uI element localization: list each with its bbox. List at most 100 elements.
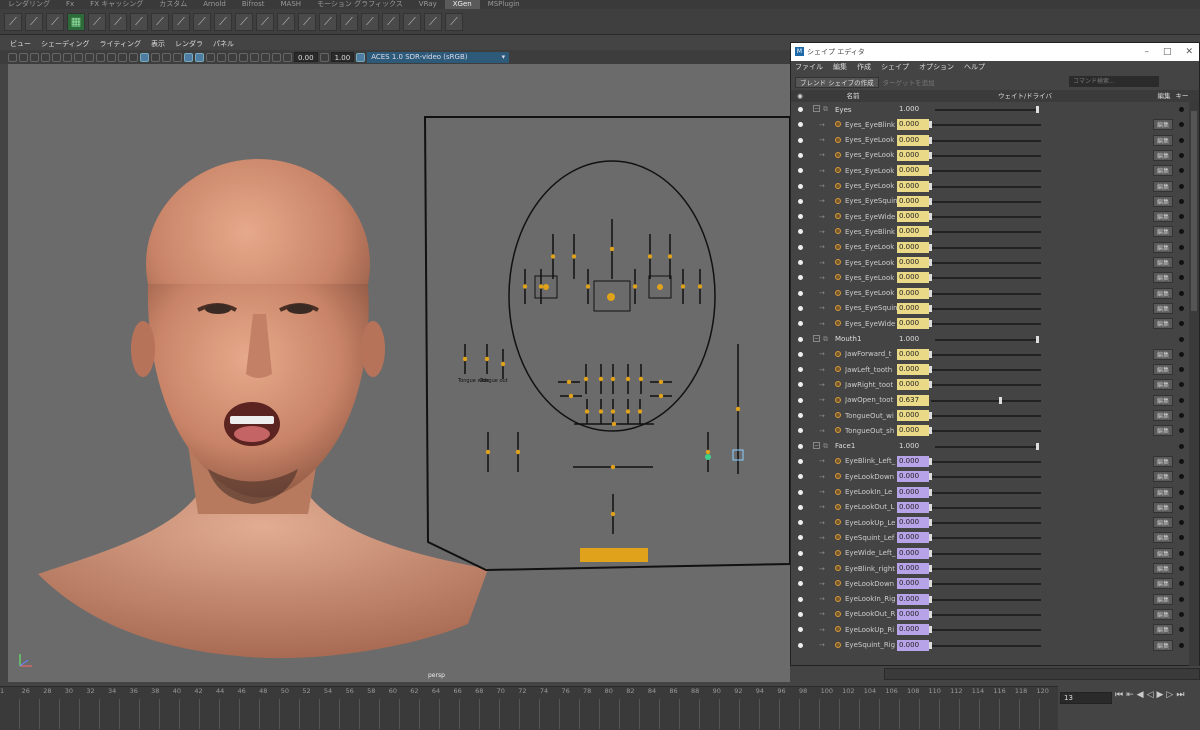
ao-icon[interactable] (206, 52, 215, 62)
shelf-tab[interactable]: レンダリング (0, 0, 58, 9)
edit-button[interactable]: 編集 (1153, 624, 1173, 636)
rig-slider-handle[interactable] (697, 284, 703, 289)
xgen-groom-icon[interactable]: ⟋ (130, 12, 148, 31)
time-slider[interactable]: 1 26 28 30 32 34 36 38 40 42 44 46 48 50 52 54 56 58 60 62 6… (0, 686, 1058, 730)
slider-handle[interactable] (929, 534, 932, 542)
visibility-eye-icon[interactable] (798, 581, 803, 587)
current-frame-field[interactable]: 13 (1060, 692, 1112, 704)
target-row[interactable]: → EyeLookOut_R 0.000 編集 (791, 607, 1184, 622)
visibility-eye-icon[interactable] (798, 428, 803, 434)
edit-button[interactable]: 編集 (1153, 287, 1173, 299)
slider-handle[interactable] (929, 626, 932, 634)
rig-slider-handle[interactable] (610, 464, 616, 470)
visibility-eye-icon[interactable] (798, 183, 803, 189)
close-icon[interactable]: ✕ (1185, 43, 1193, 61)
edit-button[interactable]: 編集 (1153, 195, 1173, 207)
edit-button[interactable]: 編集 (1153, 639, 1173, 651)
slider-handle[interactable] (929, 243, 932, 251)
xray-icon[interactable] (250, 52, 259, 62)
target-weight[interactable]: 0.000 (897, 532, 929, 544)
scrollbar-thumb[interactable] (1191, 111, 1197, 311)
image-plane-icon[interactable] (52, 52, 61, 62)
rig-slider-handle[interactable] (550, 254, 556, 259)
xgen-cut-icon[interactable]: ⟋ (172, 12, 190, 31)
shelf-tab[interactable]: MASH (273, 0, 310, 9)
target-weight[interactable]: 0.000 (897, 119, 929, 131)
xgen-part-icon[interactable]: ⟋ (340, 12, 358, 31)
target-weight[interactable]: 0.637 (897, 394, 929, 406)
key-dot[interactable] (1179, 229, 1184, 235)
target-weight[interactable]: 0.000 (897, 547, 929, 559)
rig-slider-handle[interactable] (568, 393, 574, 399)
key-dot[interactable] (1179, 581, 1184, 587)
target-row[interactable]: → EyeBlink_right 0.000 編集 (791, 561, 1184, 576)
target-row[interactable]: → Eyes_EyeBlink 0.000 編集 (791, 117, 1184, 132)
visibility-eye-icon[interactable] (798, 413, 803, 418)
rig-slider-handle[interactable] (515, 449, 521, 455)
target-weight-slider[interactable] (929, 641, 1041, 649)
target-weight-slider[interactable] (929, 534, 1041, 542)
dof-icon[interactable] (228, 52, 237, 62)
color-management-icon[interactable] (356, 52, 366, 62)
rig-slider-handle[interactable] (667, 254, 673, 259)
edit-button[interactable]: 編集 (1153, 578, 1173, 590)
target-weight[interactable]: 0.000 (897, 364, 929, 376)
target-weight-slider[interactable] (929, 304, 1041, 312)
rig-slider-handle[interactable] (611, 421, 617, 427)
rig-slider-handle[interactable] (485, 449, 491, 455)
rig-slider-handle[interactable] (658, 379, 664, 385)
shelf-tab[interactable]: Fx (58, 0, 82, 9)
target-row[interactable]: → EyeWide_Left_ 0.000 編集 (791, 546, 1184, 561)
target-weight-slider[interactable] (929, 610, 1041, 618)
visibility-eye-icon[interactable] (798, 535, 803, 541)
key-dot[interactable] (1179, 535, 1184, 541)
xgen-delete-icon[interactable]: ⟋ (46, 12, 64, 31)
aperture-icon[interactable] (283, 52, 292, 62)
target-weight-slider[interactable] (929, 488, 1041, 496)
rig-slider-handle[interactable] (610, 409, 616, 414)
target-row[interactable]: → Eyes_EyeLook 0.000 編集 (791, 179, 1184, 194)
visibility-eye-icon[interactable] (798, 474, 803, 480)
edit-button[interactable]: 編集 (1153, 471, 1173, 483)
textured-icon[interactable] (173, 52, 182, 62)
visibility-eye-icon[interactable] (798, 550, 803, 556)
target-row[interactable]: → EyeLookIn_Le 0.000 編集 (791, 485, 1184, 500)
rig-slider-handle[interactable] (583, 376, 589, 382)
collapse-icon[interactable]: − (813, 334, 820, 342)
visibility-eye-icon[interactable] (798, 336, 803, 342)
key-dot[interactable] (1179, 214, 1184, 220)
lights-icon[interactable] (184, 52, 193, 62)
xgen-noise-icon[interactable]: ⟋ (193, 12, 211, 31)
slider-handle[interactable] (929, 121, 932, 129)
rig-slider-handle[interactable] (625, 409, 631, 414)
target-row[interactable]: → Eyes_EyeLook 0.000 編集 (791, 255, 1184, 270)
persp-viewport[interactable]: Tongue wide Tongue out persp (8, 64, 790, 682)
shadows-icon[interactable] (195, 52, 204, 62)
target-row[interactable]: → EyeSquint_Lef 0.000 編集 (791, 530, 1184, 545)
target-weight-slider[interactable] (929, 503, 1041, 511)
rig-slider-handle[interactable] (610, 511, 616, 517)
edit-button[interactable]: 編集 (1153, 241, 1173, 253)
xgen-grass-icon[interactable]: ⟋ (88, 12, 106, 31)
edit-button[interactable]: 編集 (1153, 394, 1173, 406)
slider-handle[interactable] (929, 381, 932, 389)
rig-slider-handle[interactable] (632, 284, 638, 289)
key-dot[interactable] (1179, 321, 1184, 327)
rig-slider-handle[interactable] (484, 356, 490, 362)
shape-editor-menu-item[interactable]: 編集 (833, 61, 847, 74)
edit-button[interactable]: 編集 (1153, 302, 1173, 314)
slider-handle[interactable] (929, 320, 932, 328)
visibility-eye-icon[interactable] (798, 397, 803, 403)
visibility-eye-icon[interactable] (798, 458, 803, 464)
target-row[interactable]: → Eyes_EyeLook 0.000 編集 (791, 286, 1184, 301)
visibility-eye-icon[interactable] (798, 351, 803, 357)
visibility-eye-icon[interactable] (798, 305, 803, 311)
target-weight[interactable]: 0.000 (897, 471, 929, 483)
go-to-end-icon[interactable]: ⏭ (1176, 690, 1184, 700)
xgen-cache-icon[interactable]: ⟋ (424, 12, 442, 31)
key-dot[interactable] (1179, 642, 1184, 648)
slider-handle[interactable] (999, 396, 1003, 404)
slider-handle[interactable] (929, 304, 932, 312)
target-weight-slider[interactable] (929, 595, 1041, 603)
slider-handle[interactable] (929, 641, 932, 649)
